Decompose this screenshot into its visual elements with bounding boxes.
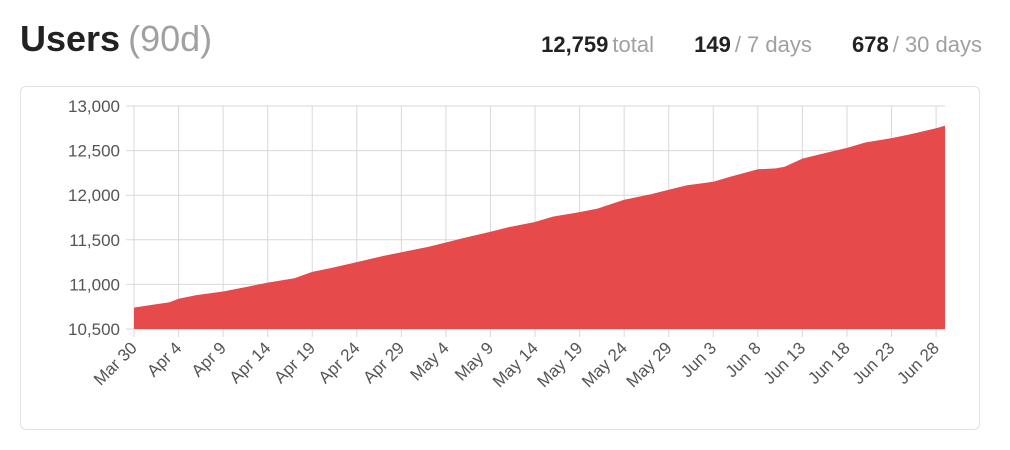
users-area-series	[134, 125, 945, 329]
stat-30-days-label: / 30 days	[892, 32, 982, 57]
x-tick-label: Apr 29	[359, 338, 408, 387]
page-title: Users (90d)	[20, 18, 212, 60]
y-tick-label: 10,500	[68, 320, 120, 339]
x-tick-label: May 29	[623, 338, 676, 391]
x-tick-label: May 4	[407, 338, 453, 384]
x-tick-label: Jun 28	[893, 338, 943, 388]
stat-total-label: total	[612, 32, 654, 57]
stat-total-value: 12,759	[541, 32, 609, 57]
users-area-chart: 10,500 11,000 11,500 12,000 12,500 13,000 Mar …	[68, 97, 945, 391]
x-tick-label: Apr 14	[226, 338, 275, 387]
y-tick-label: 12,000	[68, 186, 120, 205]
x-tick-label: Apr 9	[188, 338, 230, 380]
x-tick-label: Jun 13	[760, 338, 810, 388]
stat-7-days-label: / 7 days	[734, 32, 812, 57]
stat-30-days: 678/ 30 days	[852, 32, 982, 57]
chart-card: 10,500 11,000 11,500 12,000 12,500 13,000 Mar …	[20, 86, 980, 430]
stat-7-days: 149/ 7 days	[694, 32, 812, 57]
x-tick-label: Apr 4	[143, 338, 185, 380]
x-tick-label: Jun 8	[722, 338, 765, 381]
stats-summary: 12,759 total 149/ 7 days 678/ 30 days	[507, 32, 982, 58]
x-tick-label: May 14	[489, 338, 542, 391]
y-tick-label: 13,000	[68, 97, 120, 116]
y-tick-label: 11,500	[69, 231, 120, 250]
x-tick-label: May 19	[534, 338, 587, 391]
x-tick-label: Jun 3	[677, 338, 720, 381]
title-period: (90d)	[128, 18, 213, 59]
title-text: Users	[20, 18, 121, 59]
stat-total: 12,759 total	[541, 32, 654, 57]
x-tick-label: Jun 23	[849, 338, 899, 388]
y-tick-label: 11,000	[69, 275, 120, 294]
y-tick-label: 12,500	[68, 142, 120, 161]
x-tick-label: Mar 30	[90, 338, 141, 389]
stat-30-days-value: 678	[852, 32, 889, 57]
stat-7-days-value: 149	[694, 32, 731, 57]
x-tick-label: Apr 19	[270, 338, 319, 387]
x-tick-label: Jun 18	[804, 338, 854, 388]
x-tick-label: Apr 24	[315, 338, 364, 387]
header: Users (90d) 12,759 total 149/ 7 days 678/ …	[20, 18, 982, 68]
x-tick-label: May 24	[578, 338, 631, 391]
